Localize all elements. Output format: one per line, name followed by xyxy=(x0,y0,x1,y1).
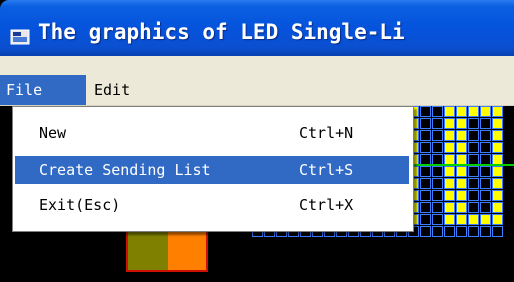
led-cell[interactable] xyxy=(444,130,455,141)
led-cell[interactable] xyxy=(492,226,503,237)
led-cell[interactable] xyxy=(444,178,455,189)
led-cell[interactable] xyxy=(492,130,503,141)
led-cell[interactable] xyxy=(480,142,491,153)
menu-item-new[interactable]: New Ctrl+N xyxy=(15,119,409,147)
menu-edit[interactable]: Edit xyxy=(88,75,136,105)
led-cell[interactable] xyxy=(468,142,479,153)
led-cell[interactable] xyxy=(420,226,431,237)
menu-item-shortcut: Ctrl+X xyxy=(299,196,354,214)
led-cell[interactable] xyxy=(456,226,467,237)
led-cell[interactable] xyxy=(492,190,503,201)
led-cell[interactable] xyxy=(432,130,443,141)
led-cell[interactable] xyxy=(456,202,467,213)
menu-item-shortcut: Ctrl+N xyxy=(299,124,354,142)
menu-item-create-sending-list[interactable]: Create Sending List Ctrl+S xyxy=(15,156,409,184)
led-cell[interactable] xyxy=(432,118,443,129)
menu-bar: File Edit xyxy=(0,75,514,106)
led-cell[interactable] xyxy=(456,214,467,225)
led-cell[interactable] xyxy=(444,166,455,177)
led-cell[interactable] xyxy=(480,202,491,213)
menu-item-label: Create Sending List xyxy=(39,161,211,179)
led-cell[interactable] xyxy=(420,118,431,129)
menu-file[interactable]: File xyxy=(0,75,86,105)
led-cell[interactable] xyxy=(432,178,443,189)
led-cell[interactable] xyxy=(492,166,503,177)
led-cell[interactable] xyxy=(456,178,467,189)
menu-item-exit[interactable]: Exit(Esc) Ctrl+X xyxy=(15,191,409,219)
led-cell[interactable] xyxy=(444,106,455,117)
led-cell[interactable] xyxy=(432,142,443,153)
led-cell[interactable] xyxy=(456,118,467,129)
led-cell[interactable] xyxy=(420,178,431,189)
menu-item-label: New xyxy=(39,124,67,142)
led-cell[interactable] xyxy=(468,166,479,177)
led-cell[interactable] xyxy=(456,130,467,141)
indicator-line xyxy=(408,164,514,166)
led-cell[interactable] xyxy=(420,202,431,213)
app-icon xyxy=(10,29,30,45)
led-cell[interactable] xyxy=(444,190,455,201)
led-cell[interactable] xyxy=(420,130,431,141)
led-cell[interactable] xyxy=(480,166,491,177)
title-bar[interactable]: The graphics of LED Single-Li xyxy=(0,0,514,56)
led-cell[interactable] xyxy=(480,106,491,117)
menubar-spacer xyxy=(0,56,514,75)
led-cell[interactable] xyxy=(480,118,491,129)
led-cell[interactable] xyxy=(468,178,479,189)
led-cell[interactable] xyxy=(456,190,467,201)
led-cell[interactable] xyxy=(468,202,479,213)
led-cell[interactable] xyxy=(468,190,479,201)
led-cell[interactable] xyxy=(492,142,503,153)
led-cell[interactable] xyxy=(492,118,503,129)
led-cell[interactable] xyxy=(432,106,443,117)
led-cell[interactable] xyxy=(432,166,443,177)
led-cell[interactable] xyxy=(420,214,431,225)
led-cell[interactable] xyxy=(480,226,491,237)
led-cell[interactable] xyxy=(420,106,431,117)
led-cell[interactable] xyxy=(492,178,503,189)
led-cell[interactable] xyxy=(420,166,431,177)
led-cell[interactable] xyxy=(468,214,479,225)
led-cell[interactable] xyxy=(480,178,491,189)
led-cell[interactable] xyxy=(432,226,443,237)
led-cell[interactable] xyxy=(468,118,479,129)
led-cell[interactable] xyxy=(480,190,491,201)
menu-item-shortcut: Ctrl+S xyxy=(299,161,354,179)
color-swatch-orange[interactable] xyxy=(168,228,208,272)
window-title: The graphics of LED Single-Li xyxy=(38,20,405,44)
led-cell[interactable] xyxy=(444,226,455,237)
led-cell[interactable] xyxy=(444,214,455,225)
led-cell[interactable] xyxy=(444,118,455,129)
led-cell[interactable] xyxy=(492,202,503,213)
led-cell[interactable] xyxy=(420,190,431,201)
led-cell[interactable] xyxy=(456,106,467,117)
led-cell[interactable] xyxy=(480,214,491,225)
led-cell[interactable] xyxy=(468,106,479,117)
led-cell[interactable] xyxy=(468,130,479,141)
led-cell[interactable] xyxy=(480,130,491,141)
led-cell[interactable] xyxy=(432,214,443,225)
color-swatch-olive[interactable] xyxy=(126,228,168,272)
led-cell[interactable] xyxy=(492,214,503,225)
file-dropdown-menu: New Ctrl+N Create Sending List Ctrl+S Ex… xyxy=(12,106,414,232)
led-cell[interactable] xyxy=(444,202,455,213)
menu-item-label: Exit(Esc) xyxy=(39,196,121,214)
led-cell[interactable] xyxy=(444,142,455,153)
led-cell[interactable] xyxy=(468,226,479,237)
led-cell[interactable] xyxy=(432,190,443,201)
led-cell[interactable] xyxy=(420,142,431,153)
led-cell[interactable] xyxy=(432,202,443,213)
led-cell[interactable] xyxy=(492,106,503,117)
led-cell[interactable] xyxy=(456,142,467,153)
led-cell[interactable] xyxy=(456,166,467,177)
